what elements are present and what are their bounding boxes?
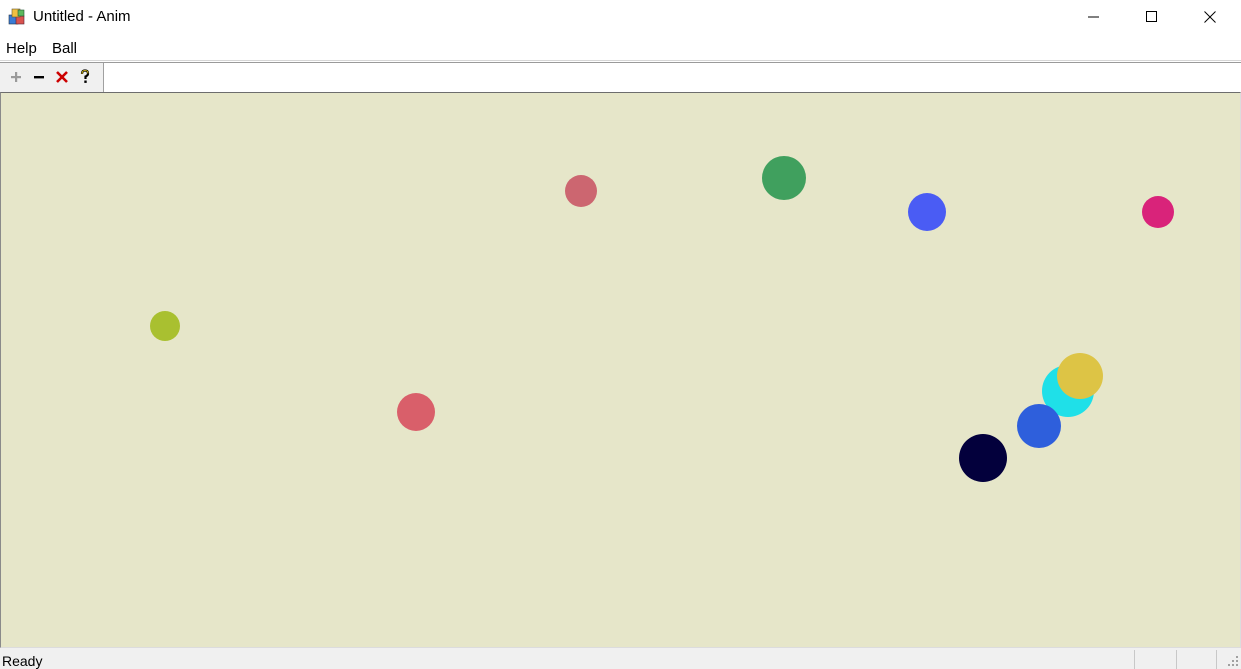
menu-bar: Help Ball xyxy=(0,38,1241,60)
delete-button[interactable] xyxy=(53,68,71,86)
status-bar: Ready xyxy=(0,648,1241,669)
ball xyxy=(908,193,946,231)
app-icon[interactable] xyxy=(8,7,26,25)
close-button[interactable] xyxy=(1181,0,1239,34)
delete-icon xyxy=(56,71,68,83)
menu-help[interactable]: Help xyxy=(6,40,37,57)
ball xyxy=(1017,404,1061,448)
status-pane xyxy=(1134,650,1135,669)
minus-icon xyxy=(34,76,44,79)
ball xyxy=(1142,196,1174,228)
minimize-icon xyxy=(1088,16,1099,18)
status-pane xyxy=(1176,650,1177,669)
help-icon xyxy=(80,69,90,83)
status-text: Ready xyxy=(2,653,43,669)
ball xyxy=(762,156,806,200)
maximize-icon xyxy=(1146,11,1157,22)
ball xyxy=(1057,353,1103,399)
ball xyxy=(150,311,180,341)
animation-canvas[interactable] xyxy=(0,92,1241,648)
title-bar: Untitled - Anim xyxy=(0,0,1241,34)
minimize-button[interactable] xyxy=(1065,0,1123,34)
remove-ball-button[interactable] xyxy=(30,68,48,86)
window-title: Untitled - Anim xyxy=(33,8,131,25)
ball-layer xyxy=(150,156,1174,482)
toolbar-button-group xyxy=(0,63,104,92)
toolbar xyxy=(0,62,1241,93)
close-icon xyxy=(1204,11,1216,23)
menu-ball[interactable]: Ball xyxy=(52,40,77,57)
plus-icon xyxy=(11,72,21,82)
add-ball-button[interactable] xyxy=(7,68,25,86)
menu-separator xyxy=(0,60,1241,61)
ball xyxy=(397,393,435,431)
ball xyxy=(565,175,597,207)
help-button[interactable] xyxy=(76,68,94,86)
ball xyxy=(959,434,1007,482)
resize-grip-icon[interactable] xyxy=(1227,655,1239,667)
status-pane xyxy=(1216,650,1217,669)
maximize-button[interactable] xyxy=(1123,0,1181,34)
